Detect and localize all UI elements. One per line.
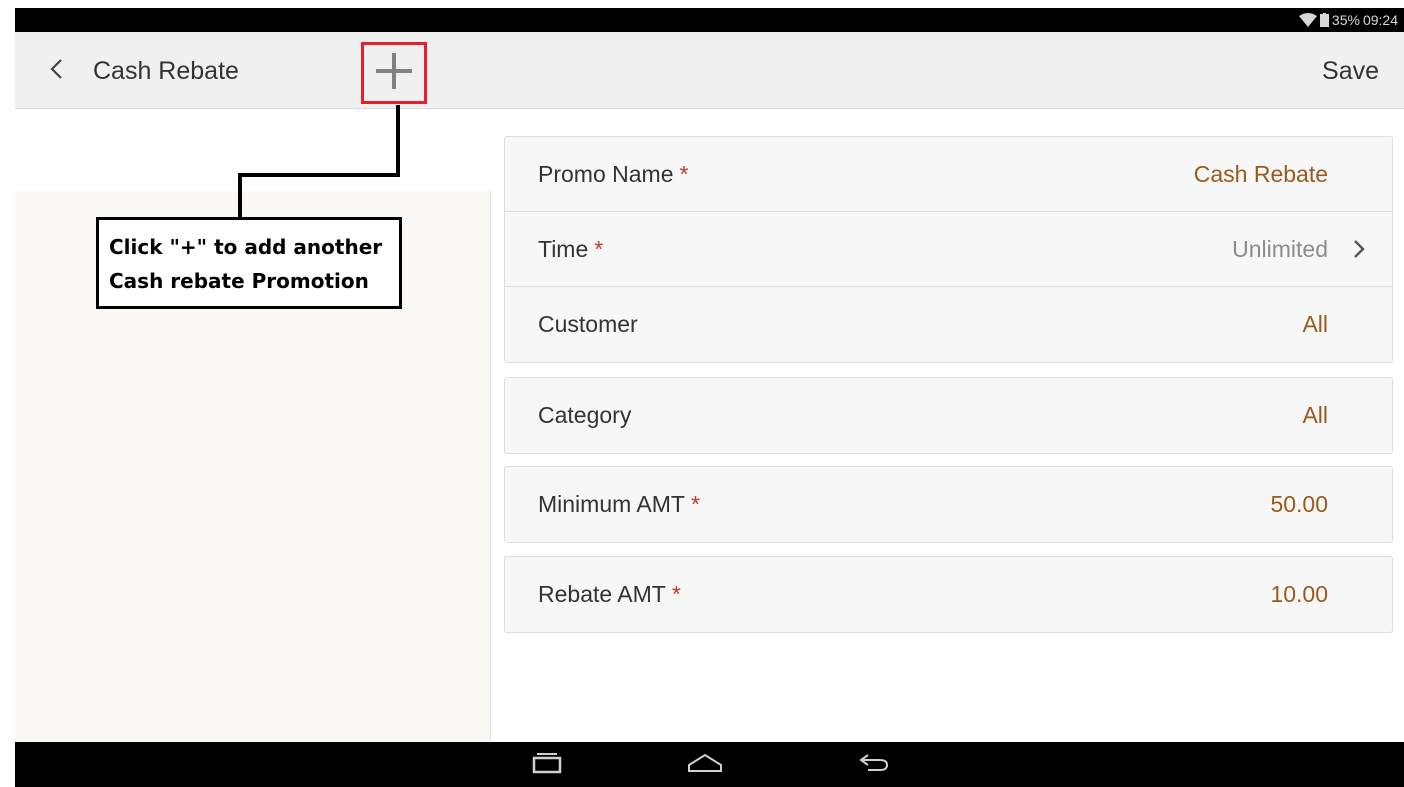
category-label: Category (538, 402, 632, 428)
home-icon (686, 752, 724, 779)
wifi-icon (1298, 13, 1317, 27)
required-marker: * (679, 160, 689, 187)
status-bar: 35% 09:24 (15, 8, 1404, 32)
battery-percent: 35% (1331, 12, 1360, 28)
category-card: Category All (504, 377, 1393, 454)
time-value: Unlimited (1232, 235, 1328, 262)
customer-row[interactable]: Customer All (505, 287, 1392, 362)
promotion-form: Promo Name * Cash Rebate Time * Unlimited … (492, 109, 1404, 742)
rebate-amt-label: Rebate AMT * (538, 581, 681, 607)
back-button[interactable] (43, 56, 69, 86)
add-promotion-button[interactable] (361, 42, 427, 104)
tutorial-callout: Click "+" to add another Cash rebate Pro… (96, 217, 402, 309)
customer-label: Customer (538, 311, 638, 337)
callout-connector-drop (238, 173, 242, 219)
clock: 09:24 (1362, 12, 1398, 28)
minimum-amt-card: Minimum AMT * 50.00 (504, 466, 1393, 543)
battery-icon (1319, 13, 1329, 27)
rebate-amt-card: Rebate AMT * 10.00 (504, 556, 1393, 633)
list-item-selected[interactable] (15, 109, 491, 191)
minimum-amt-label: Minimum AMT * (538, 491, 700, 517)
promo-name-value: Cash Rebate (1193, 160, 1328, 187)
rebate-amt-value: 10.00 (1270, 581, 1328, 607)
category-value: All (1302, 402, 1328, 428)
minimum-amt-row[interactable]: Minimum AMT * 50.00 (505, 467, 1392, 542)
time-row[interactable]: Time * Unlimited (505, 212, 1392, 287)
category-row[interactable]: Category All (505, 378, 1392, 453)
promo-name-row[interactable]: Promo Name * Cash Rebate (505, 137, 1392, 212)
required-marker: * (671, 581, 681, 607)
plus-icon (374, 51, 414, 96)
basic-info-card: Promo Name * Cash Rebate Time * Unlimited … (504, 136, 1393, 363)
callout-connector-vertical (396, 105, 400, 176)
save-button[interactable]: Save (1322, 56, 1379, 86)
recent-apps-button[interactable] (527, 750, 567, 780)
status-indicators: 35% 09:24 (1298, 10, 1398, 30)
action-bar: Cash Rebate Save (15, 32, 1404, 109)
required-marker: * (594, 235, 604, 262)
rebate-amt-row[interactable]: Rebate AMT * 10.00 (505, 557, 1392, 632)
minimum-amt-value: 50.00 (1270, 491, 1328, 517)
page-title: Cash Rebate (93, 57, 239, 85)
home-button[interactable] (685, 750, 725, 780)
system-nav-bar (15, 742, 1404, 787)
chevron-left-icon (49, 58, 63, 85)
system-back-button[interactable] (853, 750, 893, 780)
promotion-list (15, 109, 491, 742)
callout-connector-horizontal (238, 173, 400, 177)
back-icon (856, 752, 890, 779)
chevron-right-icon (1350, 236, 1368, 262)
recent-apps-icon (531, 752, 563, 779)
callout-line-1: Click "+" to add another (109, 235, 383, 259)
required-marker: * (690, 491, 700, 517)
customer-value: All (1302, 311, 1328, 337)
promo-name-label: Promo Name * (538, 160, 689, 187)
time-label: Time * (538, 235, 604, 262)
callout-line-2: Cash rebate Promotion (109, 269, 369, 293)
